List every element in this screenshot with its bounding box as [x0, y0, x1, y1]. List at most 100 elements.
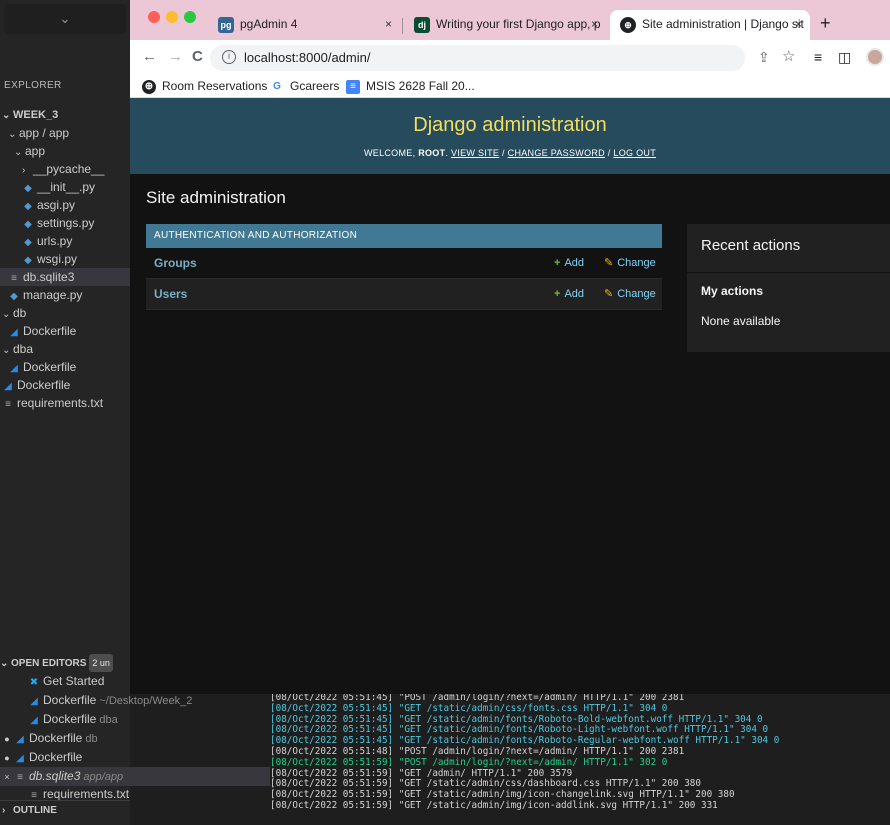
pencil-icon: ✎: [604, 257, 614, 269]
model-link[interactable]: Groups: [154, 248, 197, 279]
tree-file-urls[interactable]: ◆ urls.py: [0, 232, 130, 250]
tree-label: app: [25, 144, 46, 158]
python-file-icon: ◆: [24, 201, 32, 212]
minimize-window-button[interactable]: [166, 11, 178, 23]
site-info-icon[interactable]: i: [222, 50, 236, 64]
pgadmin-favicon-icon: pg: [218, 16, 234, 33]
tree-file-init[interactable]: ◆ __init__.py: [0, 178, 130, 196]
editor-label: Dockerfile: [43, 712, 97, 726]
my-actions-heading: My actions: [701, 284, 764, 298]
tab-title: pgAdmin 4: [240, 17, 298, 31]
tab-pgadmin[interactable]: pg pgAdmin 4 ×: [210, 10, 400, 40]
add-link[interactable]: + Add: [554, 248, 584, 279]
open-editor-db-sqlite3[interactable]: × ≡ db.sqlite3 app/app: [0, 767, 270, 786]
tree-folder-app[interactable]: ⌄ app: [0, 142, 130, 160]
recent-actions-title: Recent actions: [701, 237, 801, 254]
app-caption[interactable]: AUTHENTICATION AND AUTHORIZATION: [146, 224, 662, 248]
tree-file-dockerfile-db[interactable]: ◢ Dockerfile: [0, 322, 130, 340]
chevron-right-icon: ›: [22, 165, 26, 176]
tree-file-wsgi[interactable]: ◆ wsgi.py: [0, 250, 130, 268]
new-tab-button[interactable]: +: [820, 14, 831, 32]
vscode-title-area: ⌄: [0, 0, 130, 50]
browser-toolbar: ← → C i localhost:8000/admin/ ⇪ ☆ ≡ ◫: [130, 40, 890, 74]
open-editors-header[interactable]: ⌄ OPEN EDITORS 2 un: [0, 654, 130, 672]
tree-folder-app-app[interactable]: ⌄ app / app: [0, 124, 130, 142]
tree-label: manage.py: [23, 288, 83, 302]
editor-path-hint: db: [85, 733, 98, 745]
change-link[interactable]: ✎ Change: [604, 248, 656, 279]
tree-label: app / app: [19, 126, 70, 140]
chevron-down-icon: ⌄: [8, 129, 17, 140]
tree-file-settings[interactable]: ◆ settings.py: [0, 214, 130, 232]
bookmark-msis[interactable]: ≡ MSIS 2628 Fall 20...: [346, 78, 475, 94]
close-icon[interactable]: ×: [0, 768, 14, 786]
tab-site-administration[interactable]: ⊕ Site administration | Django sit ×: [610, 10, 810, 40]
chevron-down-icon: ⌄: [0, 658, 9, 669]
bookmark-room-reservations[interactable]: ⊕ Room Reservations: [142, 78, 267, 94]
tree-file-asgi[interactable]: ◆ asgi.py: [0, 196, 130, 214]
close-tab-icon[interactable]: ×: [795, 10, 802, 38]
bookmark-star-icon[interactable]: ☆: [782, 49, 795, 65]
chevron-down-icon: ⌄: [2, 345, 11, 356]
close-window-button[interactable]: [148, 11, 160, 23]
tree-label: db.sqlite3: [23, 270, 75, 284]
terminal-panel[interactable]: [08/Oct/2022 05:51:45] "POST /admin/logi…: [270, 693, 890, 825]
tree-file-manage[interactable]: ◆ manage.py: [0, 286, 130, 304]
editor-label: Dockerfile: [29, 731, 83, 745]
tree-file-db-sqlite3[interactable]: ≡ db.sqlite3: [0, 268, 130, 286]
editor-label: requirements.txt: [43, 787, 130, 801]
log-out-link[interactable]: LOG OUT: [613, 148, 656, 158]
reload-button[interactable]: C: [192, 48, 203, 66]
model-row-users: Users + Add ✎ Change: [146, 279, 662, 310]
docker-icon: ◢: [4, 381, 12, 392]
change-label: Change: [617, 257, 656, 269]
open-editor-dockerfile-dba[interactable]: ◢ Dockerfile dba: [0, 710, 270, 729]
forward-button[interactable]: →: [168, 48, 183, 66]
open-editor-dockerfile-db[interactable]: ● ◢ Dockerfile db: [0, 729, 270, 748]
view-site-link[interactable]: VIEW SITE: [451, 148, 499, 158]
text-file-icon: ≡: [11, 273, 17, 284]
tree-label: WEEK_3: [13, 109, 59, 121]
open-editor-dockerfile[interactable]: ● ◢ Dockerfile: [0, 748, 270, 767]
page-title: Site administration: [146, 188, 286, 207]
tree-file-requirements[interactable]: ≡ requirements.txt: [0, 394, 130, 412]
unsaved-badge: 2 un: [89, 654, 113, 672]
zoom-window-button[interactable]: [184, 11, 196, 23]
model-row-groups: Groups + Add ✎ Change: [146, 248, 662, 279]
chevron-down-icon: ⌄: [2, 110, 11, 121]
outline-header[interactable]: › OUTLINE: [0, 800, 130, 820]
tree-folder-week3[interactable]: ⌄ WEEK_3: [0, 106, 130, 124]
model-link[interactable]: Users: [154, 279, 187, 310]
address-bar[interactable]: i localhost:8000/admin/: [210, 45, 745, 71]
profile-avatar[interactable]: [866, 48, 884, 66]
tree-file-dockerfile-root[interactable]: ◢ Dockerfile: [0, 376, 130, 394]
close-tab-icon[interactable]: ×: [591, 10, 598, 38]
change-password-link[interactable]: CHANGE PASSWORD: [508, 148, 605, 158]
tree-label: asgi.py: [37, 198, 76, 212]
admin-branding[interactable]: Django administration: [130, 114, 890, 137]
tab-django-tutorial[interactable]: dj Writing your first Django app, p ×: [406, 10, 606, 40]
chevron-down-icon: ⌄: [59, 11, 71, 26]
reading-list-icon[interactable]: ≡: [814, 49, 822, 65]
chevron-right-icon: ›: [2, 805, 6, 816]
python-file-icon: ◆: [24, 219, 32, 230]
bookmark-gcareers[interactable]: G Gcareers: [270, 78, 339, 94]
welcome-text: WELCOME,: [363, 148, 416, 158]
close-tab-icon[interactable]: ×: [385, 10, 392, 38]
tree-label: urls.py: [37, 234, 73, 248]
terminal-line: [08/Oct/2022 05:51:59] "POST /admin/logi…: [270, 756, 668, 768]
user-tools: WELCOME, ROOT. VIEW SITE / CHANGE PASSWO…: [363, 148, 656, 158]
tree-folder-pycache[interactable]: › __pycache__: [0, 160, 130, 178]
docker-icon: ◢: [10, 363, 18, 374]
window-dropdown[interactable]: ⌄: [4, 4, 126, 34]
tree-folder-dba[interactable]: ⌄ dba: [0, 340, 130, 358]
tree-folder-db[interactable]: ⌄ db: [0, 304, 130, 322]
side-panel-icon[interactable]: ◫: [838, 49, 851, 65]
tab-title: Writing your first Django app, p: [436, 17, 601, 31]
share-icon[interactable]: ⇪: [758, 49, 770, 65]
tree-label: requirements.txt: [17, 396, 104, 410]
add-link[interactable]: + Add: [554, 279, 584, 310]
back-button[interactable]: ←: [142, 48, 157, 66]
tree-file-dockerfile-dba[interactable]: ◢ Dockerfile: [0, 358, 130, 376]
change-link[interactable]: ✎ Change: [604, 279, 656, 310]
